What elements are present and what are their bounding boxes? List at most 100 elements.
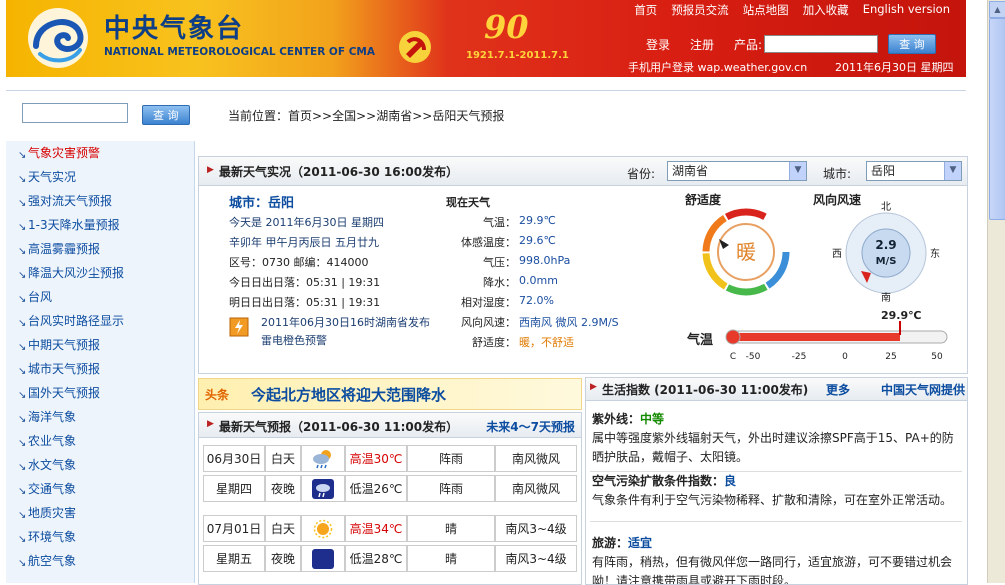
scroll-thumb[interactable] (989, 18, 1005, 220)
weather-field-value: 998.0hPa (519, 254, 571, 267)
product-search-input[interactable] (764, 35, 879, 53)
sidebar-item[interactable]: ↘ 水文气象 (6, 453, 194, 477)
forecast-wind: 南风微风 (495, 475, 577, 502)
sidebar-item-label: 中期天气预报 (28, 338, 101, 352)
forecast-header: ▶ 最新天气预报（2011-06-30 11:00发布） 未来4～7天预报 (199, 413, 581, 438)
nav-home[interactable]: 首页 (634, 2, 657, 18)
forecast-weekday: 星期四 (203, 475, 265, 502)
compass-south: 南 (881, 291, 891, 304)
sidebar-item[interactable]: ↘ 高温雾霾预报 (6, 237, 194, 261)
sidebar-item[interactable]: ↘ 强对流天气预报 (6, 189, 194, 213)
site-header: 中央气象台 NATIONAL METEOROLOGICAL CENTER OF … (6, 0, 966, 77)
scroll-up-arrow-icon[interactable]: ▲ (989, 1, 1005, 18)
travel-index: 旅游：适宜 有阵雨，稍热，但有微风伴您一路同行，适宜旅游，可不要错过机会呦！请注… (592, 534, 962, 585)
compass-west: 西 (832, 249, 842, 260)
sidebar-item-label: 交通气象 (28, 482, 77, 496)
lightning-warning-icon[interactable] (229, 317, 249, 337)
site-title-en: NATIONAL METEOROLOGICAL CENTER OF CMA (104, 46, 375, 58)
forecast-period: 夜晚 (265, 545, 301, 572)
forecast-weather: 阵雨 (407, 475, 495, 502)
scale-tick: 25 (885, 352, 896, 361)
cma-logo-icon[interactable] (24, 6, 92, 70)
site-search-input[interactable] (22, 103, 128, 123)
comfort-value: 暖 (736, 240, 756, 264)
comfort-gauge: 暖 (702, 208, 790, 296)
chevron-down-icon[interactable]: ▼ (789, 162, 806, 180)
warning-link[interactable]: 2011年06月30日16时湖南省发布雷电橙色预警 (261, 314, 431, 350)
vertical-scrollbar[interactable]: ▲ (987, 0, 1005, 583)
sidebar-item[interactable]: ↘ 天气实况 (6, 165, 194, 189)
forecast-row: 星期四 夜晚 低温26℃ 阵雨 南风微风 (203, 475, 577, 503)
life-item-level: 适宜 (628, 536, 653, 550)
life-index-header: ▶ 生活指数 (2011-06-30 11:00发布) 更多 中国天气网提供 (586, 378, 967, 401)
nav-favorite[interactable]: 加入收藏 (803, 2, 849, 18)
forecast-icon-cell (301, 445, 345, 472)
product-query-button[interactable]: 查 询 (888, 34, 936, 54)
weather-field-label: 体感温度： (461, 236, 516, 249)
weather-field-label: 气压： (483, 256, 516, 269)
anniversary-number: 90 (484, 8, 529, 46)
life-item-level: 中等 (640, 412, 665, 426)
night-rain-icon (312, 479, 334, 509)
forecast-period: 夜晚 (265, 475, 301, 502)
site-search-button[interactable]: 查 询 (142, 105, 190, 125)
nav-english[interactable]: English version (863, 2, 950, 18)
breadcrumb[interactable]: 当前位置：首页>>全国>>湖南省>>岳阳天气预报 (228, 107, 504, 124)
forecast-temp: 高温34℃ (345, 515, 407, 542)
sidebar-item[interactable]: ↘ 台风实时路径显示 (6, 309, 194, 333)
login-link[interactable]: 登录 (646, 36, 670, 53)
life-item-desc: 气象条件有利于空气污染物稀释、扩散和清除，可在室外正常活动。 (592, 493, 953, 507)
site-title-cn[interactable]: 中央气象台 (104, 8, 244, 45)
anniversary-dates: 1921.7.1-2011.7.1 (466, 50, 569, 61)
sidebar-item-label: 城市天气预报 (28, 362, 101, 376)
sidebar-item[interactable]: ↘ 1-3天降水量预报 (6, 213, 194, 237)
province-select[interactable]: 湖南省 ▼ (667, 161, 807, 181)
sidebar-item[interactable]: ↘ 国外天气预报 (6, 381, 194, 405)
nav-sitemap[interactable]: 站点地图 (743, 2, 789, 18)
top-nav: 首页 预报员交流 站点地图 加入收藏 English version (634, 2, 950, 18)
codes-line: 区号：0730 邮编：414000 (229, 256, 369, 269)
forecast-icon-cell (301, 515, 345, 542)
mobile-login-link[interactable]: 手机用户登录 wap.weather.gov.cn (628, 59, 807, 75)
sidebar-item[interactable]: ↘ 环境气象 (6, 525, 194, 549)
sidebar-item-label: 环境气象 (28, 530, 77, 544)
forecast-row: 星期五 夜晚 低温28℃ 晴南风3~4级 (203, 545, 577, 573)
sidebar-item[interactable]: ↘ 航空气象 (6, 549, 194, 573)
city-select[interactable]: 岳阳 ▼ (866, 161, 962, 181)
headline-link[interactable]: 今起北方地区将迎大范围降水 (251, 384, 446, 405)
sidebar-menu: ↘ 气象灾害预警 ↘ 天气实况 ↘ 强对流天气预报 ↘ 1-3天降水量预报 ↘ 高温雾霾预报 ↘ 降温… (6, 141, 195, 583)
sidebar-item[interactable]: ↘ 农业气象 (6, 429, 194, 453)
sidebar-item[interactable]: ↘ 交通气象 (6, 477, 194, 501)
forecast-period: 白天 (265, 515, 301, 542)
sidebar-item[interactable]: ↘ 城市天气预报 (6, 357, 194, 381)
nav-forecaster[interactable]: 预报员交流 (671, 2, 729, 18)
sidebar-item-label: 海洋气象 (28, 410, 77, 424)
register-link[interactable]: 注册 (690, 36, 714, 53)
life-item-level: 良 (724, 474, 737, 488)
sidebar-item[interactable]: ↘ 气象灾害预警 (6, 141, 194, 165)
sidebar-item-label: 地质灾害 (28, 506, 77, 520)
life-item-desc: 有阵雨，稍热，但有微风伴您一路同行，适宜旅游，可不要错过机会呦！请注意携带雨具或… (592, 555, 953, 585)
city-line: 城市：岳阳 (229, 196, 295, 211)
sidebar-item[interactable]: ↘ 海洋气象 (6, 405, 194, 429)
compass-east: 东 (930, 247, 940, 260)
forecast-more-link[interactable]: 未来4～7天预报 (486, 418, 575, 435)
chevron-down-icon[interactable]: ▼ (944, 162, 961, 180)
city-label: 城市: (823, 167, 852, 181)
sidebar-item[interactable]: ↘ 中期天气预报 (6, 333, 194, 357)
life-item-title: 旅游： (592, 536, 629, 550)
forecast-icon-cell (301, 545, 345, 572)
life-more-link[interactable]: 更多 (826, 381, 850, 398)
sidebar-item[interactable]: ↘ 地质灾害 (6, 501, 194, 525)
sidebar-item[interactable]: ↘ 降温大风沙尘预报 (6, 261, 194, 285)
weather-field-value: 72.0% (519, 294, 554, 307)
life-index-title: 生活指数 (2011-06-30 11:00发布) (602, 383, 809, 397)
provider-link[interactable]: 中国天气网提供 (881, 381, 965, 398)
scale-tick: 0 (842, 352, 848, 361)
thermometer: C -50 -25 0 25 50 (725, 321, 948, 361)
sidebar-item-label: 降温大风沙尘预报 (28, 266, 125, 280)
uv-index: 紫外线：中等 属中等强度紫外线辐射天气，外出时建议涂擦SPF高于15、PA+的防… (592, 410, 962, 467)
forecast-wind: 南风微风 (495, 445, 577, 472)
sidebar-item[interactable]: ↘ 台风 (6, 285, 194, 309)
arrow-right-icon: ▶ (207, 419, 214, 429)
